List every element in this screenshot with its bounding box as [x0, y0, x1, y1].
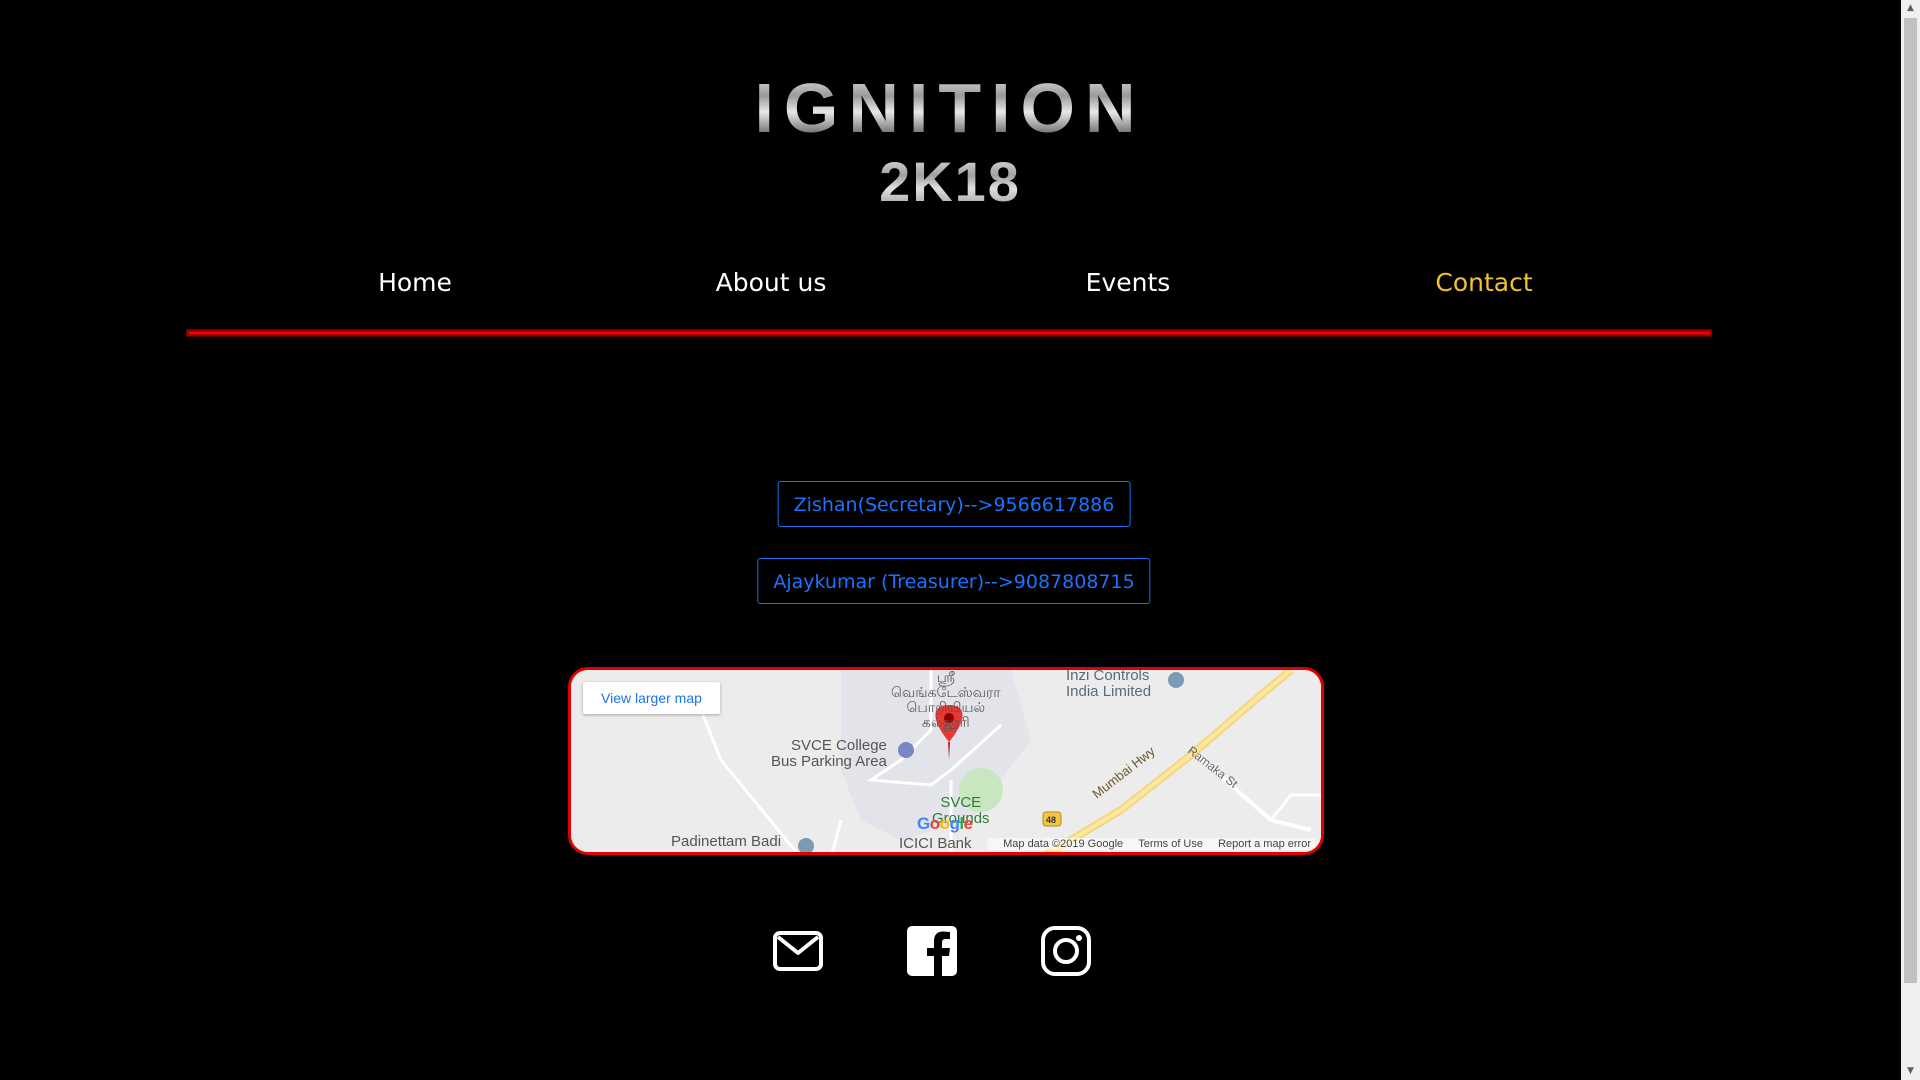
- main-nav: Home About us Events Contact: [188, 265, 1712, 301]
- google-logo: Google: [917, 814, 973, 833]
- nav-underline: [187, 330, 1711, 336]
- map-label-college: ஸ்ரீ வெங்கடேஸ்வரா பொறியியல் கல்லூரி: [891, 669, 1001, 730]
- map-label-icici: ICICI Bank: [899, 835, 972, 852]
- nav-contact[interactable]: Contact: [1435, 265, 1532, 301]
- terms-of-use-link[interactable]: Terms of Use: [1138, 838, 1203, 850]
- scroll-down-arrow[interactable]: ▼: [1901, 1063, 1920, 1080]
- logo-year: 2K18: [0, 150, 1900, 214]
- mail-icon[interactable]: [772, 925, 824, 977]
- map-label-padinettam: Padinettam Badi: [671, 833, 782, 850]
- facebook-icon[interactable]: [906, 925, 958, 977]
- report-map-error-link[interactable]: Report a map error: [1218, 838, 1311, 850]
- map-data-credit: Map data ©2019 Google: [1003, 838, 1124, 850]
- embedded-map[interactable]: View larger map Inzi Controls India Limi…: [568, 667, 1324, 855]
- map-footer: Map data ©2019 Google Terms of Use Repor…: [987, 838, 1315, 850]
- map-label-svce-parking: SVCE College Bus Parking Area: [771, 737, 887, 770]
- logo-title: IGNITION: [0, 68, 1900, 148]
- instagram-icon[interactable]: [1040, 925, 1092, 977]
- view-larger-map-link[interactable]: View larger map: [583, 682, 720, 714]
- contact-treasurer-button[interactable]: Ajaykumar (Treasurer)-->9087808715: [757, 558, 1151, 604]
- page-scrollbar[interactable]: ▲ ▼: [1901, 0, 1920, 1080]
- map-route-number: 48: [1046, 815, 1057, 825]
- nav-home[interactable]: Home: [378, 265, 452, 301]
- nav-about-us[interactable]: About us: [716, 265, 827, 301]
- scroll-thumb[interactable]: [1904, 18, 1917, 983]
- scroll-up-arrow[interactable]: ▲: [1901, 0, 1920, 17]
- contact-secretary-button[interactable]: Zishan(Secretary)-->9566617886: [777, 481, 1131, 527]
- map-label-inzi: Inzi Controls India Limited: [1066, 667, 1152, 700]
- nav-events[interactable]: Events: [1086, 265, 1171, 301]
